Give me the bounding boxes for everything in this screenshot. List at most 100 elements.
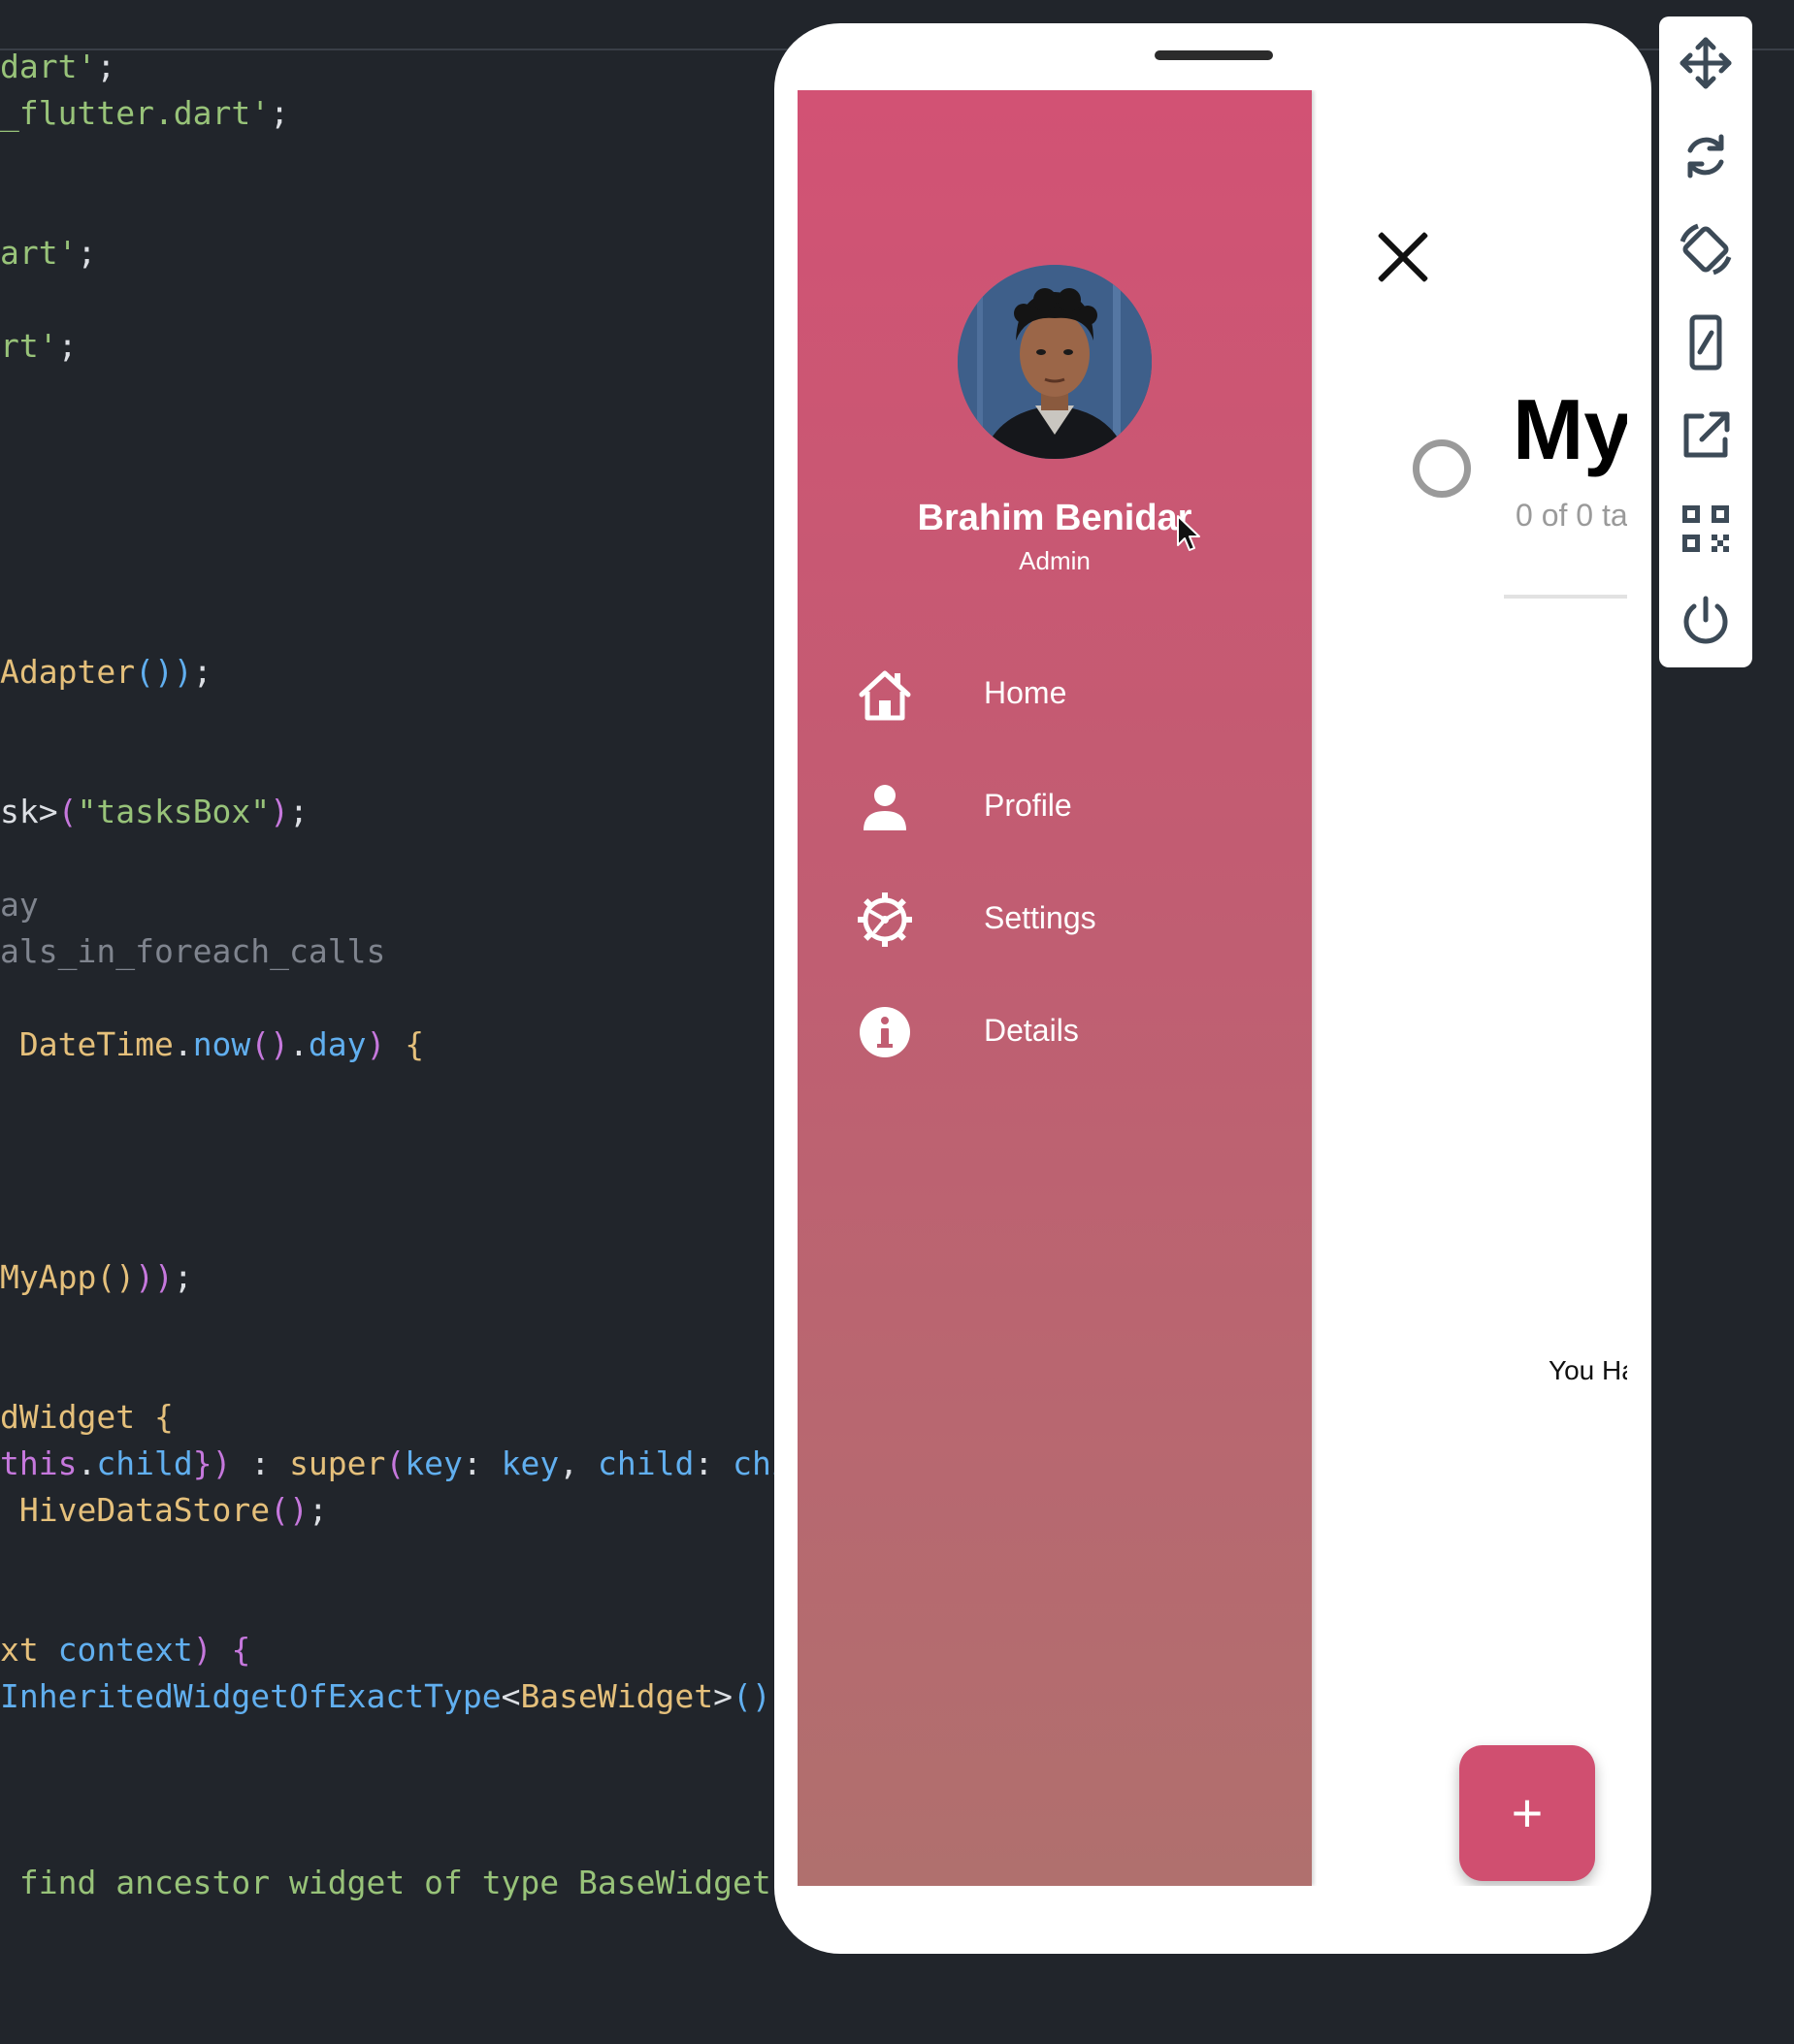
code-editor[interactable]: dart'; _flutter.dart'; art'; rt'; Adapte… xyxy=(0,0,776,2044)
screen-rotate-icon xyxy=(1680,223,1732,276)
close-drawer-icon[interactable] xyxy=(1374,228,1432,286)
info-icon xyxy=(856,1003,914,1061)
code-token: chi xyxy=(733,1444,776,1482)
code-token: ; xyxy=(96,48,116,85)
code-token: > xyxy=(713,1677,733,1715)
code-token: child xyxy=(96,1444,193,1482)
code-token: () xyxy=(733,1677,771,1715)
code-line: art'; xyxy=(0,230,96,276)
code-token: )) xyxy=(135,1258,174,1296)
code-token: () xyxy=(135,653,174,691)
code-token: dart' xyxy=(0,48,97,85)
code-token: key xyxy=(405,1444,463,1482)
open-external-icon xyxy=(1683,411,1730,458)
code-token: xt xyxy=(0,1631,58,1669)
power-icon xyxy=(1683,596,1728,644)
code-token: InheritedWidgetOfExactType xyxy=(0,1677,502,1715)
code-token: : xyxy=(462,1444,502,1482)
code-token: key xyxy=(501,1444,560,1482)
drawer-item-settings[interactable]: Settings xyxy=(846,876,1273,963)
code-token: { xyxy=(153,1398,174,1436)
task-count: 0 of 0 ta xyxy=(1516,498,1627,533)
drawer-item-profile[interactable]: Profile xyxy=(846,763,1273,851)
code-token: : xyxy=(231,1444,290,1482)
code-line: MyApp())); xyxy=(0,1254,193,1301)
code-token: now xyxy=(192,1025,251,1063)
navigation-drawer: Brahim Benidar Admin Home Profile Settin… xyxy=(798,90,1312,1886)
code-token: . xyxy=(289,1025,309,1063)
avatar[interactable] xyxy=(958,265,1152,459)
code-token: this xyxy=(0,1444,78,1482)
device-screen[interactable]: My 0 of 0 ta You Ha + xyxy=(798,90,1627,1886)
code-line: DateTime.now().day) { xyxy=(0,1022,424,1068)
code-token: ) xyxy=(366,1025,406,1063)
code-token: MyApp xyxy=(0,1258,97,1296)
code-token: ) xyxy=(270,793,290,830)
user-name: Brahim Benidar xyxy=(917,498,1192,538)
code-token: < xyxy=(501,1677,521,1715)
code-token: BaseWidget xyxy=(520,1677,714,1715)
code-line: this.child}) : super(key: key, child: ch… xyxy=(0,1441,776,1487)
code-token: () xyxy=(270,1491,309,1529)
code-line: find ancestor widget of type BaseWidget'… xyxy=(0,1860,776,1906)
device-resize-button[interactable] xyxy=(1677,313,1735,372)
divider xyxy=(1504,595,1627,599)
open-external-button[interactable] xyxy=(1677,406,1735,465)
code-line: als_in_foreach_calls xyxy=(0,928,385,975)
gear-icon xyxy=(856,891,914,949)
drawer-item-label: Profile xyxy=(984,788,1072,823)
rotate-icon xyxy=(1687,134,1724,178)
progress-indicator xyxy=(1413,439,1471,498)
code-token: ay xyxy=(0,886,39,924)
code-line: HiveDataStore(); xyxy=(0,1487,328,1534)
code-token: day xyxy=(308,1025,367,1063)
rotate-button[interactable] xyxy=(1677,127,1735,185)
code-token: () xyxy=(250,1025,290,1063)
code-token: ; xyxy=(77,234,97,272)
qr-code-button[interactable] xyxy=(1677,500,1735,558)
code-token: ; xyxy=(308,1491,328,1529)
add-task-button[interactable]: + xyxy=(1459,1745,1595,1881)
device-resize-icon xyxy=(1689,314,1722,371)
code-token: Adapter xyxy=(0,653,136,691)
page-title: My xyxy=(1513,381,1627,477)
drawer-item-details[interactable]: Details xyxy=(846,989,1273,1076)
code-token: find ancestor widget of type BaseWidget' xyxy=(0,1864,776,1901)
code-token: ( xyxy=(385,1444,406,1482)
power-button[interactable] xyxy=(1677,593,1735,651)
drawer-item-label: Settings xyxy=(984,900,1096,935)
move-device-button[interactable] xyxy=(1677,34,1735,92)
code-token: super xyxy=(289,1444,386,1482)
person-icon xyxy=(856,778,914,836)
code-token: : xyxy=(694,1444,734,1482)
code-token: als_in_foreach_calls xyxy=(0,932,386,970)
empty-state-text: You Ha xyxy=(1549,1355,1627,1385)
home-icon xyxy=(856,665,914,724)
code-token: ; xyxy=(173,1258,193,1296)
code-token: { xyxy=(405,1025,425,1063)
drawer-item-label: Details xyxy=(984,1013,1079,1048)
code-token: sk> xyxy=(0,793,58,830)
code-token: ( xyxy=(57,793,78,830)
code-line: dWidget { xyxy=(0,1394,174,1441)
code-token: . xyxy=(77,1444,97,1482)
code-token: HiveDataStore xyxy=(0,1491,271,1529)
code-line: sk>("tasksBox"); xyxy=(0,789,309,835)
code-token: ) xyxy=(192,1631,232,1669)
device-toolbar xyxy=(1659,16,1752,667)
screen-rotate-button[interactable] xyxy=(1677,220,1735,278)
code-token: "tasksBox" xyxy=(77,793,271,830)
drawer-item-label: Home xyxy=(984,675,1067,710)
code-token: child xyxy=(598,1444,695,1482)
code-token: ; xyxy=(57,327,78,365)
code-line: xt context) { xyxy=(0,1627,250,1673)
code-line: Adapter()); xyxy=(0,649,212,696)
user-role: Admin xyxy=(1019,546,1091,575)
move-icon xyxy=(1680,37,1732,89)
code-line: rt'; xyxy=(0,323,77,370)
code-token: () xyxy=(96,1258,136,1296)
mouse-cursor-icon xyxy=(1177,515,1200,551)
code-token: ) xyxy=(173,653,193,691)
code-token: . xyxy=(173,1025,193,1063)
drawer-item-home[interactable]: Home xyxy=(846,651,1273,738)
